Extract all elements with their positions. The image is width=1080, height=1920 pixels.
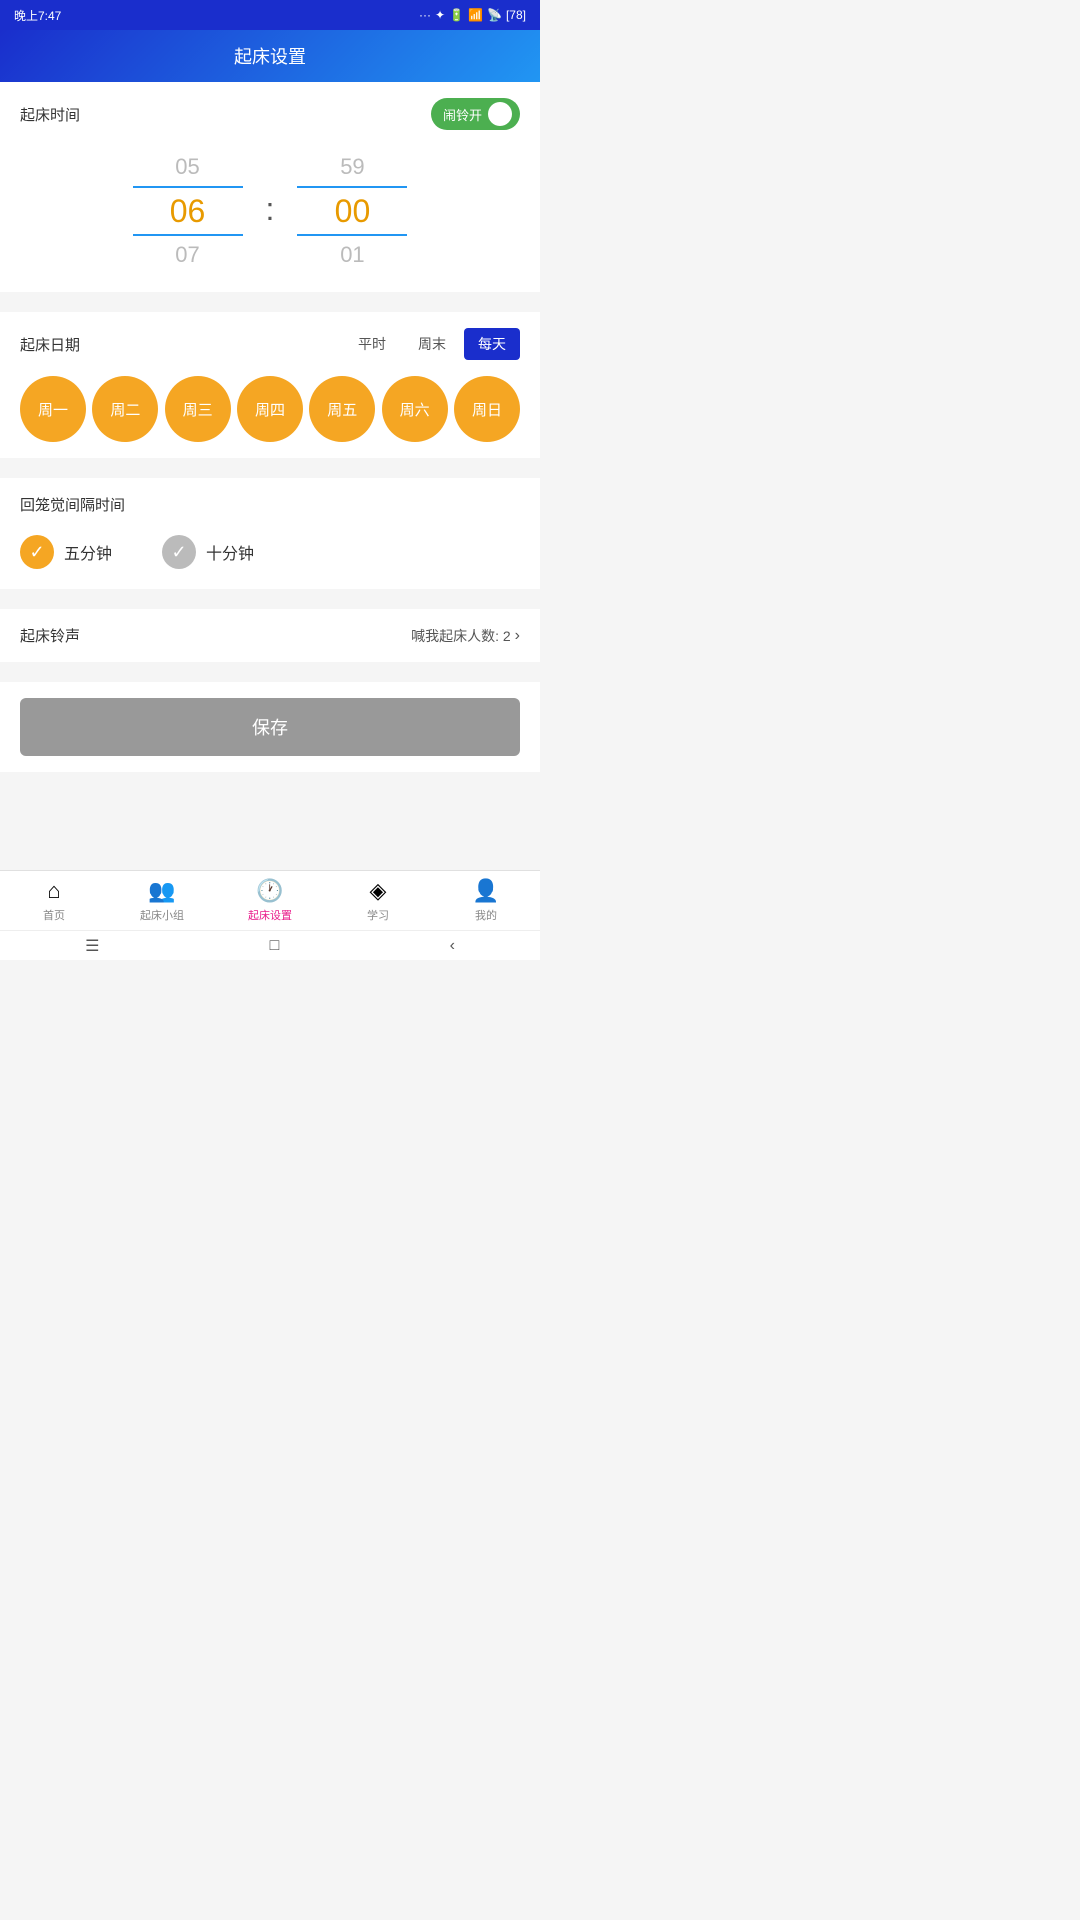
minute-current-wrapper: 00 (282, 186, 422, 236)
alarm-section[interactable]: 起床铃声 喊我起床人数: 2 › (0, 609, 540, 662)
sys-back-button[interactable]: ‹ (450, 937, 455, 955)
alarm-toggle[interactable]: 闹铃开 (431, 98, 520, 130)
divider-1 (0, 302, 540, 312)
nav-group-label: 起床小组 (140, 907, 184, 923)
minute-line-top (297, 186, 407, 188)
status-bar: 晚上7:47 ··· ✦ 🔋 📶 📡 [78] (0, 0, 540, 30)
date-section: 起床日期 平时 周末 每天 周一 周二 周三 周四 周五 周六 周日 (0, 312, 540, 458)
bottom-nav: ⌂ 首页 👥 起床小组 🕐 起床设置 ◈ 学习 👤 我的 (0, 870, 540, 930)
nav-home[interactable]: ⌂ 首页 (0, 871, 108, 930)
time-label: 起床时间 (20, 104, 80, 125)
alarm-right[interactable]: 喊我起床人数: 2 › (411, 626, 520, 646)
battery-icon: 🔋 (449, 8, 464, 22)
time-colon: : (266, 191, 275, 232)
sys-home-button[interactable]: □ (270, 937, 280, 955)
nav-mine-label: 我的 (475, 907, 497, 923)
nav-mine[interactable]: 👤 我的 (432, 871, 540, 930)
time-picker: 05 06 07 : 59 00 01 (20, 146, 520, 276)
hour-column[interactable]: 05 06 07 (118, 154, 258, 268)
page-header: 起床设置 (0, 30, 540, 82)
save-section: 保存 (0, 682, 540, 772)
chevron-icon: › (515, 627, 520, 645)
nav-study-label: 学习 (367, 907, 389, 923)
wifi-icon: 📡 (487, 8, 502, 22)
save-button[interactable]: 保存 (20, 698, 520, 756)
snooze-5min-label: 五分钟 (64, 540, 112, 564)
hour-prev: 05 (175, 154, 199, 180)
weekday-row: 周一 周二 周三 周四 周五 周六 周日 (20, 376, 520, 442)
weekday-sat[interactable]: 周六 (382, 376, 448, 442)
nav-group[interactable]: 👥 起床小组 (108, 871, 216, 930)
alarm-label: 起床铃声 (20, 625, 80, 646)
group-icon: 👥 (148, 878, 175, 904)
minute-line-bottom (297, 234, 407, 236)
status-time: 晚上7:47 (14, 7, 61, 24)
snooze-5min[interactable]: ✓ 五分钟 (20, 535, 112, 569)
snooze-10min[interactable]: ✓ 十分钟 (162, 535, 254, 569)
toggle-circle (488, 102, 512, 126)
hour-current-wrapper: 06 (118, 186, 258, 236)
time-header: 起床时间 闹铃开 (20, 98, 520, 130)
date-label: 起床日期 (20, 334, 80, 355)
check-5min-icon: ✓ (20, 535, 54, 569)
hour-current: 06 (170, 192, 206, 230)
snooze-options: ✓ 五分钟 ✓ 十分钟 (20, 535, 520, 569)
divider-2 (0, 468, 540, 478)
nav-alarm-settings-label: 起床设置 (248, 907, 292, 923)
sys-menu-button[interactable]: ☰ (85, 936, 99, 956)
filter-everyday[interactable]: 每天 (464, 328, 520, 360)
battery-level: [78] (506, 8, 526, 22)
hour-line-top (133, 186, 243, 188)
snooze-label: 回笼觉间隔时间 (20, 494, 520, 515)
bottom-space (0, 772, 540, 782)
check-10min-icon: ✓ (162, 535, 196, 569)
alarm-count-text: 喊我起床人数: 2 (411, 626, 511, 646)
divider-3 (0, 599, 540, 609)
minute-next: 01 (340, 242, 364, 268)
snooze-section: 回笼觉间隔时间 ✓ 五分钟 ✓ 十分钟 (0, 478, 540, 589)
date-header: 起床日期 平时 周末 每天 (20, 328, 520, 360)
toggle-label: 闹铃开 (443, 105, 482, 124)
nav-alarm-settings[interactable]: 🕐 起床设置 (216, 871, 324, 930)
weekday-sun[interactable]: 周日 (454, 376, 520, 442)
hour-next: 07 (175, 242, 199, 268)
study-icon: ◈ (370, 878, 387, 904)
weekday-wed[interactable]: 周三 (165, 376, 231, 442)
minute-prev: 59 (340, 154, 364, 180)
home-icon: ⌂ (47, 878, 60, 904)
signal-icon: 📶 (468, 8, 483, 22)
mine-icon: 👤 (472, 878, 499, 904)
weekday-thu[interactable]: 周四 (237, 376, 303, 442)
weekday-fri[interactable]: 周五 (309, 376, 375, 442)
system-nav-bar: ☰ □ ‹ (0, 930, 540, 960)
status-icons: ··· ✦ 🔋 📶 📡 [78] (419, 8, 526, 22)
nav-study[interactable]: ◈ 学习 (324, 871, 432, 930)
content-area: 起床时间 闹铃开 05 06 07 : 59 (0, 82, 540, 870)
date-filters: 平时 周末 每天 (344, 328, 520, 360)
divider-4 (0, 672, 540, 682)
minute-column[interactable]: 59 00 01 (282, 154, 422, 268)
minute-current: 00 (335, 192, 371, 230)
time-section: 起床时间 闹铃开 05 06 07 : 59 (0, 82, 540, 292)
filter-weekend[interactable]: 周末 (404, 328, 460, 360)
bluetooth-icon: ✦ (435, 8, 445, 22)
dots-icon: ··· (419, 8, 431, 22)
snooze-10min-label: 十分钟 (206, 540, 254, 564)
alarm-settings-icon: 🕐 (256, 878, 283, 904)
page-title: 起床设置 (234, 43, 306, 69)
weekday-mon[interactable]: 周一 (20, 376, 86, 442)
hour-line-bottom (133, 234, 243, 236)
nav-home-label: 首页 (43, 907, 65, 923)
filter-weekday[interactable]: 平时 (344, 328, 400, 360)
weekday-tue[interactable]: 周二 (92, 376, 158, 442)
